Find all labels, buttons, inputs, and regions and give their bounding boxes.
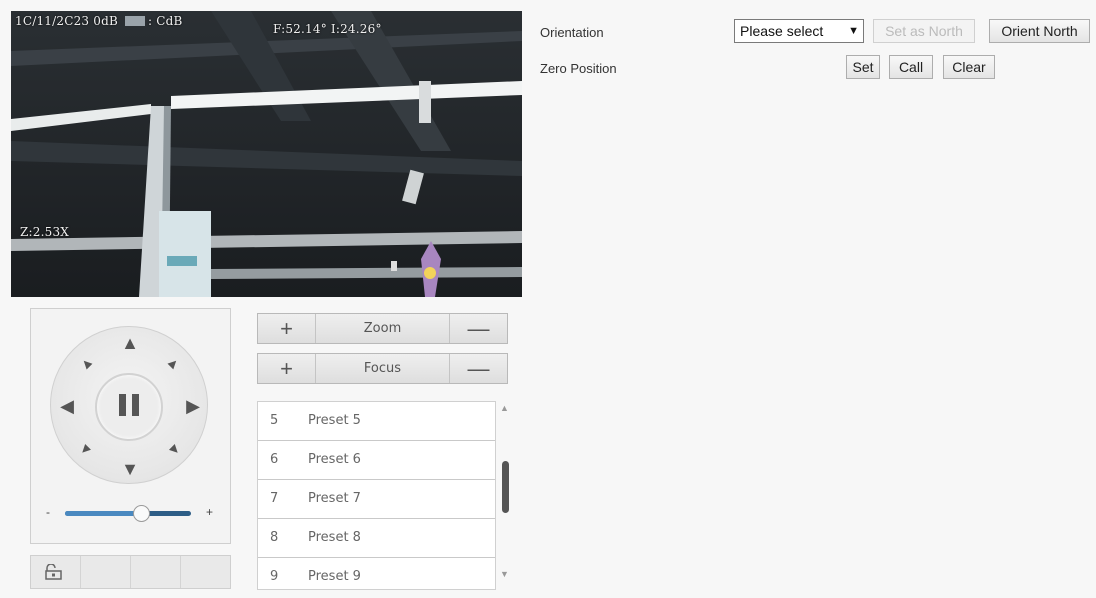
pause-icon xyxy=(116,393,142,421)
orientation-select[interactable]: Please select ▼ xyxy=(734,19,864,43)
orientation-select-value: Please select xyxy=(740,23,824,39)
zoom-control: + Zoom — xyxy=(257,313,508,344)
arrow-down-right-icon[interactable]: ▼ xyxy=(157,432,191,466)
focus-near-button[interactable]: + xyxy=(258,354,316,383)
speed-slider-fill xyxy=(65,511,141,516)
osd-block-icon xyxy=(125,16,146,26)
preset-name: Preset 8 xyxy=(308,530,361,545)
arrow-left-icon[interactable]: ◀ xyxy=(55,394,79,418)
preset-number: 6 xyxy=(270,452,279,467)
speed-slider-thumb[interactable] xyxy=(132,505,150,522)
arrow-up-right-icon[interactable]: ▲ xyxy=(157,346,191,380)
speed-min-label: - xyxy=(46,505,50,519)
osd-date: 1C/11/2C23 0dB : CdB xyxy=(15,14,183,28)
ptz-toolbar xyxy=(30,555,231,589)
focus-label: Focus xyxy=(363,361,402,376)
preset-row[interactable]: 8 Preset 8 xyxy=(258,519,495,558)
arrow-up-left-icon[interactable]: ▲ xyxy=(69,346,103,380)
preset-row[interactable]: 9 Preset 9 xyxy=(258,558,495,589)
toolbar-button-2[interactable] xyxy=(81,556,131,588)
preset-list[interactable]: 5 Preset 5 6 Preset 6 7 Preset 7 8 Prese… xyxy=(257,401,496,590)
preset-number: 5 xyxy=(270,413,279,428)
osd-zoom: Z:2.53X xyxy=(20,225,70,239)
zoom-in-button[interactable]: + xyxy=(258,314,316,343)
focus-far-button[interactable]: — xyxy=(449,354,507,383)
preset-row[interactable]: 7 Preset 7 xyxy=(258,480,495,519)
osd-angles: F:52.14° I:24.26° xyxy=(273,22,382,36)
arrow-right-icon[interactable]: ▶ xyxy=(181,394,205,418)
preset-name: Preset 7 xyxy=(308,491,361,506)
arrow-down-icon[interactable]: ▼ xyxy=(118,457,142,481)
preset-name: Preset 6 xyxy=(308,452,361,467)
orientation-label: Orientation xyxy=(540,25,604,40)
direction-pad: ▲ ▼ ◀ ▶ ▲ ▲ ▼ ▼ xyxy=(50,326,208,484)
preset-row[interactable]: 5 Preset 5 xyxy=(258,402,495,441)
scrollbar-thumb[interactable] xyxy=(502,461,509,513)
preset-name: Preset 9 xyxy=(308,569,361,584)
zoom-out-button[interactable]: — xyxy=(449,314,507,343)
preset-number: 7 xyxy=(270,491,279,506)
preset-scrollbar[interactable]: ▲ ▼ xyxy=(498,401,512,590)
zero-set-button[interactable]: Set xyxy=(846,55,880,79)
toolbar-button-3[interactable] xyxy=(131,556,181,588)
live-video-view[interactable]: 1C/11/2C23 0dB : CdB F:52.14° I:24.26° Z… xyxy=(11,11,522,297)
scroll-up-icon[interactable]: ▲ xyxy=(500,403,509,413)
arrow-down-left-icon[interactable]: ▼ xyxy=(69,432,103,466)
preset-number: 8 xyxy=(270,530,279,545)
zero-call-button[interactable]: Call xyxy=(889,55,933,79)
camera-scene-image xyxy=(11,11,522,297)
zero-clear-button[interactable]: Clear xyxy=(943,55,995,79)
scroll-down-icon[interactable]: ▼ xyxy=(500,569,509,579)
speed-slider[interactable] xyxy=(65,505,191,522)
preset-row[interactable]: 6 Preset 6 xyxy=(258,441,495,480)
lock-icon xyxy=(45,564,62,580)
pause-button[interactable] xyxy=(95,373,163,441)
speed-max-label: + xyxy=(206,505,214,519)
toolbar-button-4[interactable] xyxy=(181,556,230,588)
set-as-north-button[interactable]: Set as North xyxy=(873,19,975,43)
speed-slider-row: - + xyxy=(43,505,219,522)
preset-number: 9 xyxy=(270,569,279,584)
arrow-up-icon[interactable]: ▲ xyxy=(118,331,142,355)
orient-north-button[interactable]: Orient North xyxy=(989,19,1090,43)
lock-button[interactable] xyxy=(31,556,81,588)
focus-control: + Focus — xyxy=(257,353,508,384)
ptz-control-panel: ▲ ▼ ◀ ▶ ▲ ▲ ▼ ▼ - + xyxy=(30,308,231,544)
preset-name: Preset 5 xyxy=(308,413,361,428)
zoom-label: Zoom xyxy=(363,321,402,336)
zero-position-label: Zero Position xyxy=(540,61,617,76)
chevron-down-icon: ▼ xyxy=(848,25,859,37)
